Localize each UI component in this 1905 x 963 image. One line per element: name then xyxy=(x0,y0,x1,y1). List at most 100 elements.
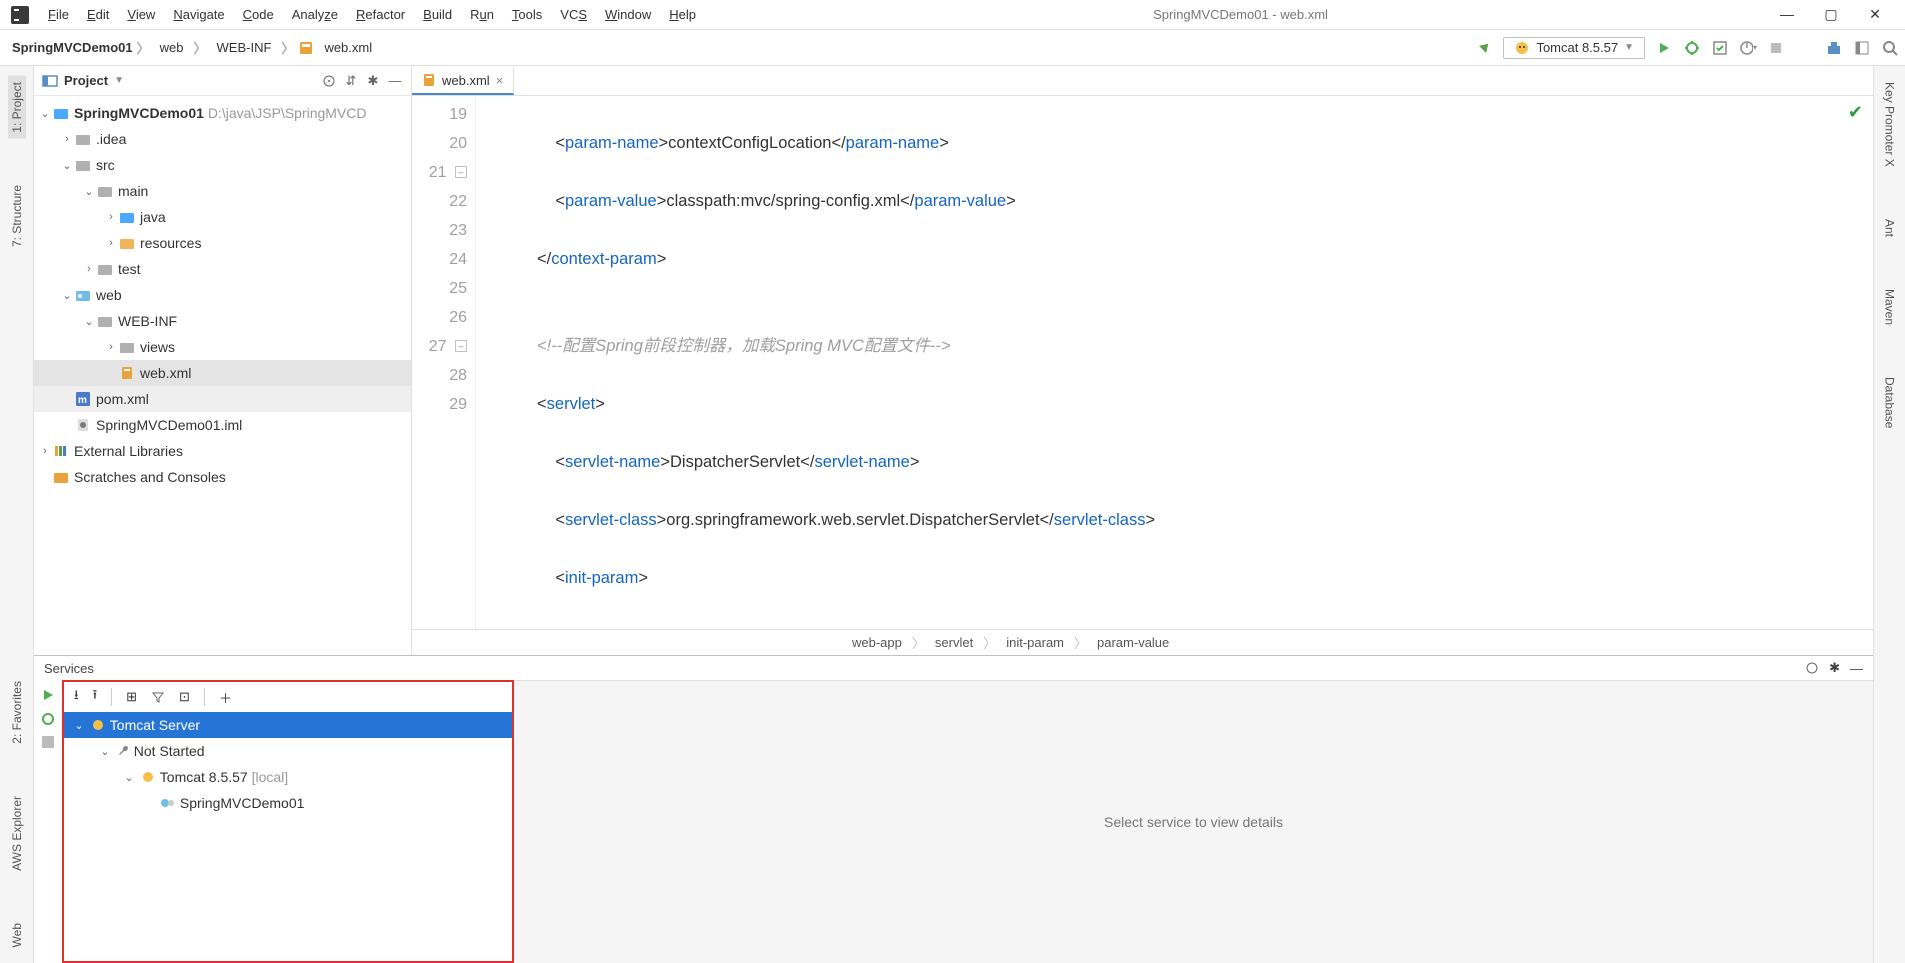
tree-item[interactable]: web xyxy=(96,287,122,303)
services-placeholder: Select service to view details xyxy=(1104,814,1283,830)
menu-navigate[interactable]: Navigate xyxy=(165,3,232,26)
menu-analyze[interactable]: Analyze xyxy=(284,3,346,26)
main-menu: FFileile Edit View Navigate Code Analyze… xyxy=(40,3,704,26)
hide-icon[interactable]: — xyxy=(387,73,403,89)
services-tree[interactable]: ⌄ Tomcat Server ⌄ Not Started ⌄ Tomcat 8… xyxy=(64,712,512,961)
layout-icon[interactable] xyxy=(1853,39,1871,57)
debug-icon[interactable] xyxy=(1683,39,1701,57)
menu-window[interactable]: Window xyxy=(597,3,659,26)
services-title[interactable]: Services xyxy=(44,661,94,676)
editor-tab[interactable]: web.xml × xyxy=(412,67,514,95)
tree-item-webxml[interactable]: web.xml xyxy=(140,365,191,381)
tree-item[interactable]: WEB-INF xyxy=(118,313,177,329)
tool-favorites[interactable]: 2: Favorites xyxy=(8,675,26,750)
tool-aws[interactable]: AWS Explorer xyxy=(8,790,26,877)
stop-icon[interactable] xyxy=(1767,39,1785,57)
tool-database[interactable]: Database xyxy=(1881,371,1899,434)
menu-vcs[interactable]: VCS xyxy=(552,3,595,26)
git-update-icon[interactable] xyxy=(1825,39,1843,57)
breadcrumb-item[interactable]: web.xml xyxy=(318,38,378,57)
filter-icon[interactable] xyxy=(151,690,165,704)
coverage-icon[interactable] xyxy=(1711,39,1729,57)
project-panel: Project ▼ ⇵ ✱ — ⌄SpringMVCDemo01 D:\java… xyxy=(34,66,412,655)
run-icon[interactable] xyxy=(41,688,55,702)
crumb-item[interactable]: param-value xyxy=(1097,635,1169,650)
settings-icon[interactable]: ✱ xyxy=(365,73,381,89)
tree-item[interactable]: External Libraries xyxy=(74,443,183,459)
run-config-combo[interactable]: Tomcat 8.5.57 ▼ xyxy=(1503,37,1645,59)
expand-all-icon[interactable]: ⭳ xyxy=(74,686,79,708)
editor-area: web.xml × ✔ 19 20 21 – 22 23 24 25 26 xyxy=(412,66,1873,655)
menu-edit[interactable]: Edit xyxy=(79,3,117,26)
tree-item[interactable]: src xyxy=(96,157,115,173)
tab-label: web.xml xyxy=(442,73,490,88)
build-icon[interactable] xyxy=(1475,39,1493,57)
tree-root[interactable]: SpringMVCDemo01 xyxy=(74,105,204,121)
project-panel-title[interactable]: Project xyxy=(64,73,108,88)
tree-item[interactable]: test xyxy=(118,261,141,277)
inspection-ok-icon: ✔ xyxy=(1848,102,1863,123)
tree-item[interactable]: SpringMVCDemo01.iml xyxy=(96,417,242,433)
tree-item[interactable]: Scratches and Consoles xyxy=(74,469,226,485)
tree-item[interactable]: main xyxy=(118,183,148,199)
tool-ant[interactable]: Ant xyxy=(1881,213,1899,243)
tool-maven[interactable]: Maven xyxy=(1881,283,1899,331)
locate-icon[interactable] xyxy=(1805,661,1819,675)
tree-item[interactable]: views xyxy=(140,339,175,355)
menu-run[interactable]: Run xyxy=(462,3,502,26)
services-tree-panel: ⭳ ⭱ ⊞ ⊡ ＋ ⌄ Tomcat Server ⌄ Not Started … xyxy=(62,680,514,963)
locate-icon[interactable] xyxy=(321,73,337,89)
tomcat-icon xyxy=(1514,40,1530,56)
tomcat-icon xyxy=(90,718,106,732)
app-icon xyxy=(8,3,32,27)
project-tree[interactable]: ⌄SpringMVCDemo01 D:\java\JSP\SpringMVCD … xyxy=(34,96,411,655)
layout-icon[interactable]: ⊡ xyxy=(179,689,190,705)
tree-item[interactable]: java xyxy=(140,209,166,225)
breadcrumb-item[interactable]: web xyxy=(154,38,190,57)
stop-icon[interactable] xyxy=(42,736,54,748)
breadcrumb-item[interactable]: WEB-INF xyxy=(211,38,278,57)
collapse-all-icon[interactable]: ⭱ xyxy=(93,686,98,708)
maximize-button[interactable]: ▢ xyxy=(1821,6,1841,23)
menu-file[interactable]: FFileile xyxy=(40,3,77,26)
close-button[interactable]: ✕ xyxy=(1865,6,1885,23)
tool-structure[interactable]: 7: Structure xyxy=(8,179,26,253)
profile-icon[interactable]: ▾ xyxy=(1739,39,1757,57)
tool-web[interactable]: Web xyxy=(8,917,26,953)
window-title: SpringMVCDemo01 - web.xml xyxy=(704,7,1777,22)
nav-toolbar: SpringMVCDemo01 〉 web 〉 WEB-INF 〉 web.xm… xyxy=(0,30,1905,66)
close-tab-icon[interactable]: × xyxy=(496,73,504,88)
crumb-item[interactable]: init-param xyxy=(1006,635,1064,650)
crumb-item[interactable]: web-app xyxy=(852,635,902,650)
group-icon[interactable]: ⊞ xyxy=(126,689,137,705)
search-everywhere-icon[interactable] xyxy=(1881,39,1899,57)
settings-icon[interactable]: ✱ xyxy=(1829,660,1840,676)
code-editor[interactable]: <param-name>contextConfigLocation</param… xyxy=(476,96,1873,629)
menu-tools[interactable]: Tools xyxy=(504,3,550,26)
debug-icon[interactable] xyxy=(41,712,55,726)
services-detail: Select service to view details xyxy=(514,680,1873,963)
tool-project[interactable]: 1: Project xyxy=(8,76,26,139)
tree-item[interactable]: .idea xyxy=(96,131,126,147)
breadcrumb-root[interactable]: SpringMVCDemo01 xyxy=(6,40,133,55)
breadcrumb: SpringMVCDemo01 〉 web 〉 WEB-INF 〉 web.xm… xyxy=(6,38,378,57)
hide-icon[interactable]: — xyxy=(1850,661,1863,676)
menu-help[interactable]: Help xyxy=(661,3,704,26)
xml-file-icon xyxy=(422,73,436,87)
tree-item[interactable]: pom.xml xyxy=(96,391,149,407)
menu-refactor[interactable]: Refactor xyxy=(348,3,413,26)
add-icon[interactable]: ＋ xyxy=(219,688,232,707)
tool-keypromoter[interactable]: Key Promoter X xyxy=(1881,76,1899,173)
expand-icon[interactable]: ⇵ xyxy=(343,73,359,89)
tree-root-path: D:\java\JSP\SpringMVCD xyxy=(208,105,367,121)
tree-item[interactable]: resources xyxy=(140,235,201,251)
menu-view[interactable]: View xyxy=(119,3,163,26)
artifact-icon xyxy=(160,796,176,810)
minimize-button[interactable]: — xyxy=(1777,6,1797,23)
crumb-item[interactable]: servlet xyxy=(935,635,973,650)
menu-build[interactable]: Build xyxy=(415,3,460,26)
right-tool-stripe: Key Promoter X Ant Maven Database xyxy=(1873,66,1905,963)
run-icon[interactable] xyxy=(1655,39,1673,57)
menu-code[interactable]: Code xyxy=(235,3,282,26)
xml-file-icon xyxy=(298,40,314,56)
